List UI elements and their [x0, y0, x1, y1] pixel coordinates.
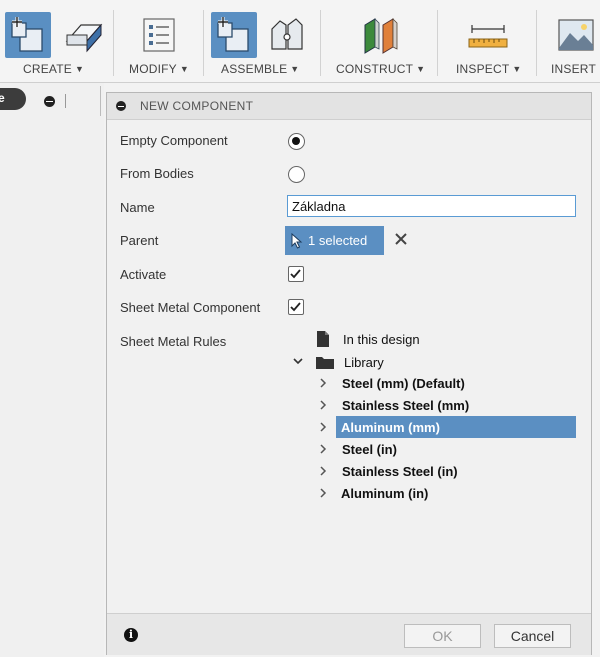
create-sketch-button[interactable]	[5, 12, 51, 58]
sheet-metal-rules-label: Sheet Metal Rules	[120, 334, 227, 349]
name-label: Name	[120, 200, 155, 215]
divider	[65, 94, 66, 108]
parent-label: Parent	[120, 233, 159, 248]
info-icon[interactable]: i	[124, 628, 138, 642]
dialog-footer: i OK Cancel	[107, 613, 591, 655]
insert-button[interactable]	[553, 12, 599, 58]
name-input[interactable]	[287, 195, 576, 217]
modify-icon	[143, 18, 175, 52]
tree-item-aluminum-in[interactable]: Aluminum (in)	[341, 483, 428, 503]
new-component-icon	[217, 17, 249, 52]
toolbar-separator	[113, 10, 114, 76]
joint-icon	[271, 18, 303, 50]
extrude-icon	[65, 23, 103, 53]
chevron-right-icon[interactable]	[318, 444, 328, 454]
activate-checkbox[interactable]	[288, 266, 304, 282]
new-component-button[interactable]	[211, 12, 257, 58]
checkmark-icon	[290, 269, 301, 279]
toolbar-separator	[320, 10, 321, 76]
insert-menu-label[interactable]: INSERT	[551, 62, 596, 78]
from-bodies-label: From Bodies	[120, 166, 194, 181]
create-extrude-button[interactable]	[60, 12, 106, 58]
new-component-dialog: NEW COMPONENT Empty Component From Bodie…	[106, 92, 592, 655]
collapse-icon[interactable]	[44, 96, 55, 107]
toolbar-separator	[536, 10, 537, 76]
tree-item-steel-in[interactable]: Steel (in)	[342, 439, 397, 459]
chevron-right-icon[interactable]	[318, 488, 328, 498]
parent-selection-text: 1 selected	[308, 233, 368, 248]
tree-item-stainless-steel-in[interactable]: Stainless Steel (in)	[342, 461, 458, 481]
dialog-title: NEW COMPONENT	[140, 99, 254, 113]
tree-item-aluminum-mm[interactable]: Aluminum (mm)	[341, 417, 440, 437]
inspect-button[interactable]	[465, 12, 511, 58]
tree-item-label: Library	[344, 354, 384, 370]
browser-panel	[0, 83, 104, 657]
construct-plane-icon	[364, 18, 398, 54]
measure-icon	[468, 25, 508, 48]
create-sketch-icon	[11, 17, 43, 52]
modify-menu-label[interactable]: MODIFY ▼	[129, 62, 189, 78]
sheet-metal-component-label: Sheet Metal Component	[120, 300, 261, 315]
browser-pill[interactable]: e	[0, 88, 26, 110]
chevron-right-icon[interactable]	[318, 466, 328, 476]
joint-button[interactable]	[264, 12, 310, 58]
create-menu-label[interactable]: CREATE ▼	[23, 62, 84, 78]
toolbar-separator	[203, 10, 204, 76]
checkmark-icon	[290, 302, 301, 312]
inspect-menu-label[interactable]: INSPECT ▼	[456, 62, 522, 78]
tree-item-in-this-design[interactable]: In this design	[316, 329, 420, 349]
chevron-right-icon[interactable]	[318, 400, 328, 410]
toolbar-separator	[437, 10, 438, 76]
cancel-button[interactable]: Cancel	[494, 624, 571, 648]
tree-item-stainless-steel-mm[interactable]: Stainless Steel (mm)	[342, 395, 469, 415]
chevron-right-icon[interactable]	[318, 378, 328, 388]
parent-selection-button[interactable]: 1 selected	[285, 226, 384, 255]
cursor-arrow-icon	[291, 232, 303, 249]
dialog-header[interactable]: NEW COMPONENT	[107, 93, 591, 120]
tree-item-library[interactable]: Library	[315, 352, 384, 372]
toolbar: CREATE ▼ MODIFY ▼ ASSEMBLE ▼ CONSTRUCT ▼…	[0, 0, 600, 83]
tree-item-label: In this design	[343, 331, 420, 347]
folder-icon	[316, 356, 334, 369]
activate-label: Activate	[120, 267, 167, 282]
construct-button[interactable]	[358, 12, 404, 58]
insert-image-icon	[558, 19, 594, 51]
modify-button[interactable]	[136, 12, 182, 58]
empty-component-label: Empty Component	[120, 133, 228, 148]
close-icon[interactable]	[394, 232, 408, 246]
from-bodies-radio[interactable]	[288, 166, 305, 183]
sheet-metal-component-checkbox[interactable]	[288, 299, 304, 315]
document-icon	[317, 331, 329, 347]
divider	[100, 86, 101, 116]
collapse-icon[interactable]	[116, 101, 126, 111]
construct-menu-label[interactable]: CONSTRUCT ▼	[336, 62, 425, 78]
chevron-down-icon[interactable]	[293, 356, 303, 366]
chevron-right-icon[interactable]	[318, 422, 328, 432]
ok-button[interactable]: OK	[404, 624, 481, 648]
empty-component-radio[interactable]	[288, 133, 305, 150]
assemble-menu-label[interactable]: ASSEMBLE ▼	[221, 62, 299, 78]
tree-item-steel-mm-default[interactable]: Steel (mm) (Default)	[342, 373, 465, 393]
